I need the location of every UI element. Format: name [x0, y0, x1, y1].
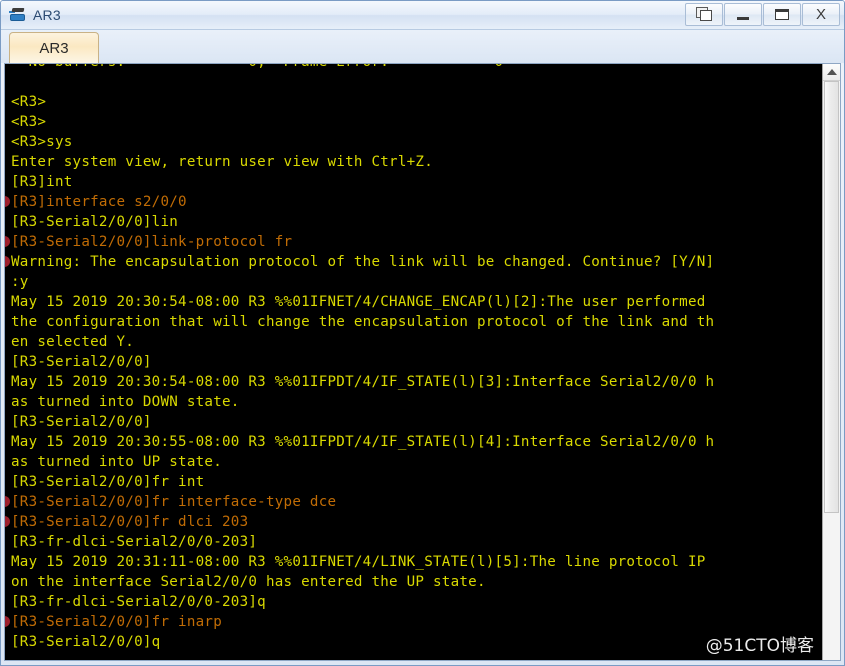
terminal-line: as turned into UP state.: [11, 454, 222, 470]
line-marker-dot: [5, 496, 10, 507]
terminal-line: [R3]interface s2/0/0: [11, 194, 187, 210]
terminal-line: [R3-Serial2/0/0]lin: [11, 214, 179, 230]
terminal-line: as turned into DOWN state.: [11, 394, 240, 410]
terminal-line: May 15 2019 20:30:55-08:00 R3 %%01IFPDT/…: [11, 434, 715, 450]
line-marker-dot: [5, 616, 10, 627]
terminal-line: <R3>: [11, 114, 47, 130]
terminal-line: [R3-Serial2/0/0]fr dlci 203: [11, 514, 249, 530]
line-marker-dot: [5, 196, 10, 207]
scrollbar-track[interactable]: [823, 81, 840, 660]
terminal-output[interactable]: No buffers: 0, Frame Error: 0 <R3> <R3> <R3…: [5, 64, 822, 660]
cascade-windows-icon: [695, 7, 713, 22]
terminal-line: [R3-Serial2/0/0]link-protocol fr: [11, 234, 293, 250]
terminal-line: [R3]int: [11, 174, 73, 190]
terminal-line: :y: [11, 274, 29, 290]
terminal-line: [R3-fr-dlci-Serial2/0/0-203]q: [11, 594, 266, 610]
close-icon: X: [815, 6, 826, 23]
terminal-line: [R3-Serial2/0/0]: [11, 414, 152, 430]
terminal-line: [R3-Serial2/0/0]fr inarp: [11, 614, 222, 630]
tab-label: AR3: [39, 39, 69, 57]
terminal-line: May 15 2019 20:31:11-08:00 R3 %%01IFNET/…: [11, 554, 706, 570]
terminal-line: en selected Y.: [11, 334, 135, 350]
line-marker-dot: [5, 236, 10, 247]
terminal-scrollbar[interactable]: [822, 64, 840, 660]
minimize-button[interactable]: [724, 3, 762, 26]
terminal-line: [R3-Serial2/0/0]q: [11, 634, 161, 650]
terminal-line: No buffers: 0, Frame Error: 0: [11, 64, 714, 72]
close-button[interactable]: X: [802, 3, 840, 26]
terminal-panel: No buffers: 0, Frame Error: 0 <R3> <R3> <R3…: [4, 63, 841, 661]
window-title: AR3: [33, 7, 61, 23]
maximize-button[interactable]: [763, 3, 801, 26]
line-marker-dot: [5, 256, 10, 267]
terminal-line: <R3>sys: [11, 134, 73, 150]
terminal-line: May 15 2019 20:30:54-08:00 R3 %%01IFPDT/…: [11, 374, 715, 390]
chevron-up-icon: [826, 69, 837, 75]
terminal-line: [R3-Serial2/0/0]: [11, 354, 152, 370]
terminal-line: Warning: The encapsulation protocol of t…: [11, 254, 715, 270]
minimize-icon: [737, 17, 749, 20]
terminal-line: [R3-fr-dlci-Serial2/0/0-203]: [11, 534, 258, 550]
router-icon: [9, 6, 27, 24]
terminal-line: [R3-Serial2/0/0]fr interface-type dce: [11, 494, 337, 510]
tab-ar3[interactable]: AR3: [9, 32, 99, 63]
terminal-line: <R3>: [11, 94, 47, 110]
tab-strip: AR3: [1, 30, 844, 63]
terminal-line: the configuration that will change the e…: [11, 314, 715, 330]
terminal-text: No buffers: 0, Frame Error: 0 <R3> <R3> <R3…: [11, 64, 714, 652]
terminal-line: Enter system view, return user view with…: [11, 154, 433, 170]
scroll-up-button[interactable]: [823, 64, 840, 81]
terminal-line: [R3-Serial2/0/0]fr int: [11, 474, 205, 490]
window-titlebar: AR3 X: [1, 1, 844, 30]
cascade-windows-button[interactable]: [685, 3, 723, 26]
terminal-line: on the interface Serial2/0/0 has entered…: [11, 574, 486, 590]
window-controls: X: [684, 3, 840, 27]
terminal-line: May 15 2019 20:30:54-08:00 R3 %%01IFNET/…: [11, 294, 706, 310]
maximize-icon: [775, 9, 789, 20]
terminal-window: AR3 X AR3 No buff: [0, 0, 845, 666]
scrollbar-thumb[interactable]: [824, 81, 839, 513]
line-marker-dot: [5, 516, 10, 527]
